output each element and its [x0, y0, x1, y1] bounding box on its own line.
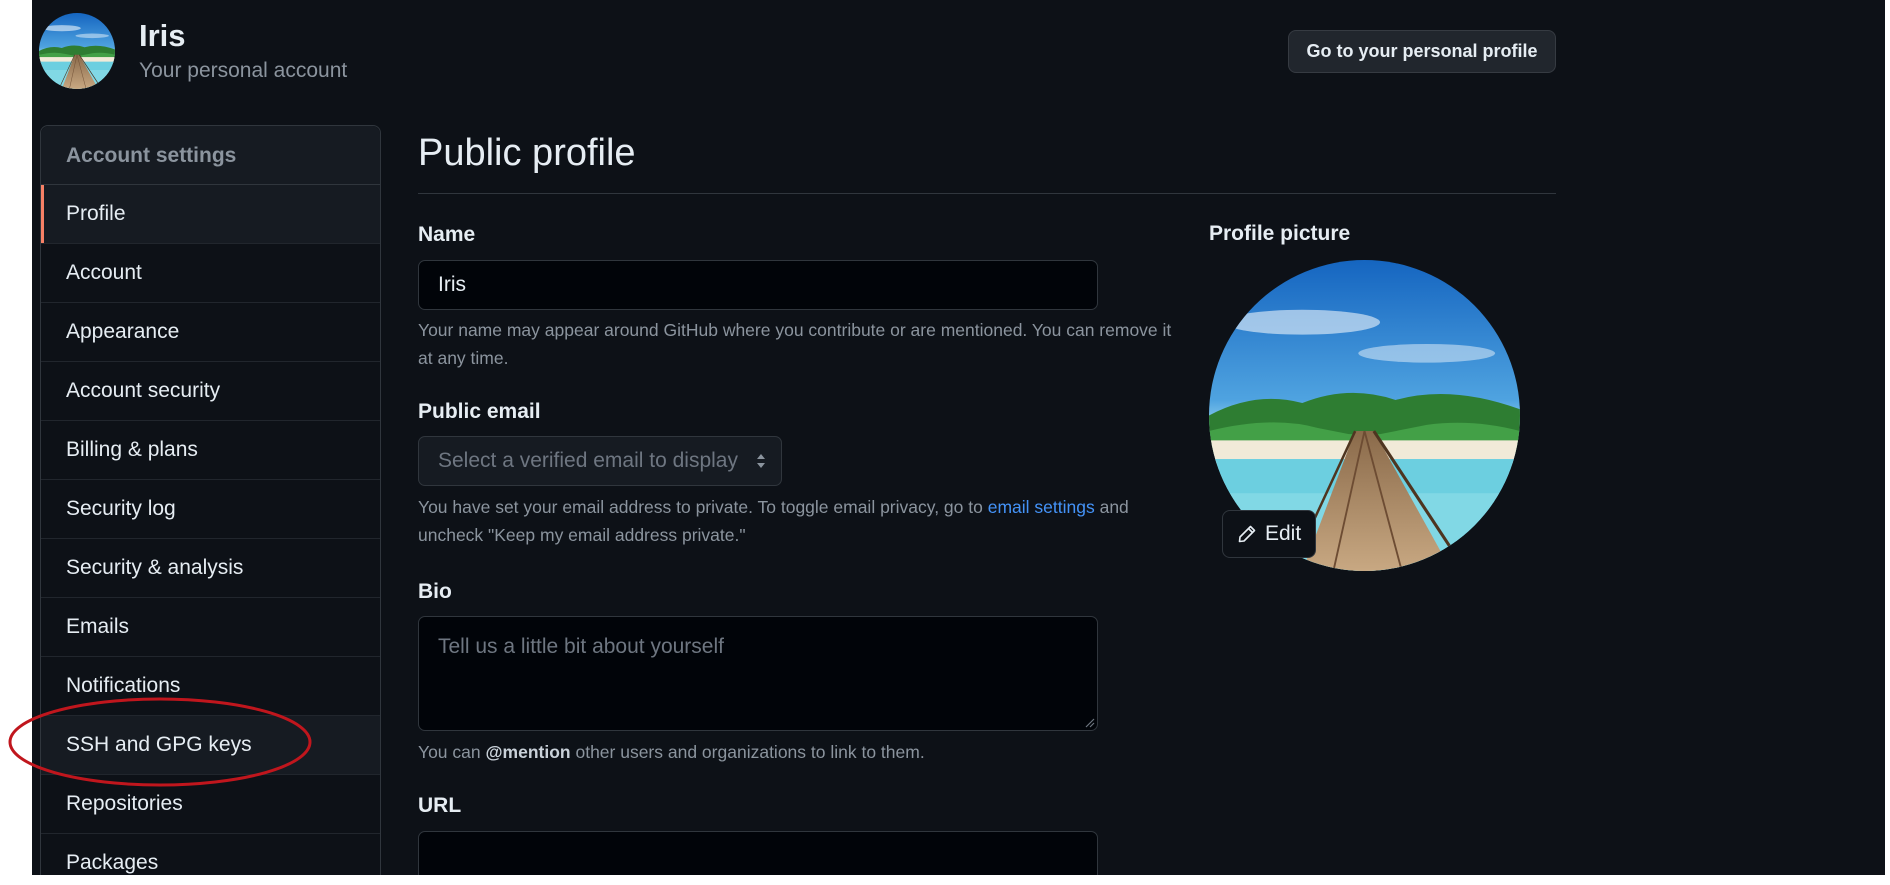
select-chevron-icon [757, 454, 765, 468]
edit-label: Edit [1265, 522, 1302, 545]
sidebar-item-security-log[interactable]: Security log [41, 480, 380, 539]
settings-sidebar: Account settings Profile Account Appeara… [40, 125, 381, 875]
name-help: Your name may appear around GitHub where… [418, 320, 1172, 368]
page-title: Public profile [418, 132, 636, 174]
public-email-select[interactable]: Select a verified email to display [418, 436, 782, 486]
bio-help-tail: other users and organizations to link to… [570, 742, 925, 762]
sidebar-item-notifications[interactable]: Notifications [41, 657, 380, 716]
profile-picture-label: Profile picture [1209, 222, 1351, 245]
sidebar-item-repositories[interactable]: Repositories [41, 775, 380, 834]
sidebar-item-ssh-gpg-keys[interactable]: SSH and GPG keys [41, 716, 380, 775]
sidebar-item-account[interactable]: Account [41, 244, 380, 303]
sidebar-item-emails[interactable]: Emails [41, 598, 380, 657]
bio-help: You can @mention other users and organiz… [418, 738, 1178, 766]
url-field[interactable] [418, 831, 1098, 875]
account-subtitle: Your personal account [139, 59, 348, 82]
name-field[interactable] [418, 260, 1098, 310]
bio-textarea[interactable]: Tell us a little bit about yourself [418, 616, 1098, 731]
sidebar-item-billing[interactable]: Billing & plans [41, 421, 380, 480]
pencil-icon [1238, 525, 1256, 543]
url-label: URL [418, 794, 462, 817]
public-email-help-text: You have set your email address to priva… [418, 497, 988, 517]
sidebar-heading: Account settings [41, 126, 380, 185]
go-to-profile-button[interactable]: Go to your personal profile [1288, 30, 1556, 73]
sidebar-item-appearance[interactable]: Appearance [41, 303, 380, 362]
name-label: Name [418, 223, 476, 246]
public-email-label: Public email [418, 400, 541, 423]
public-email-help: You have set your email address to priva… [418, 493, 1178, 549]
sidebar-item-security-analysis[interactable]: Security & analysis [41, 539, 380, 598]
email-settings-link[interactable]: email settings [988, 497, 1095, 517]
edit-profile-picture-button[interactable]: Edit [1222, 510, 1316, 558]
settings-app: Iris Your personal account Go to your pe… [32, 0, 1885, 875]
title-divider [418, 193, 1556, 194]
account-name: Iris [139, 18, 186, 53]
sidebar-item-profile[interactable]: Profile [41, 185, 380, 244]
bio-placeholder: Tell us a little bit about yourself [438, 635, 724, 658]
avatar-image [39, 13, 115, 89]
bio-label: Bio [418, 580, 452, 603]
avatar[interactable] [39, 13, 115, 89]
public-email-placeholder: Select a verified email to display [438, 449, 738, 472]
sidebar-item-packages[interactable]: Packages [41, 834, 380, 875]
resize-handle-icon[interactable] [1083, 716, 1095, 728]
bio-help-text: You can [418, 742, 486, 762]
sidebar-item-account-security[interactable]: Account security [41, 362, 380, 421]
mention-text: @mention [485, 742, 571, 762]
